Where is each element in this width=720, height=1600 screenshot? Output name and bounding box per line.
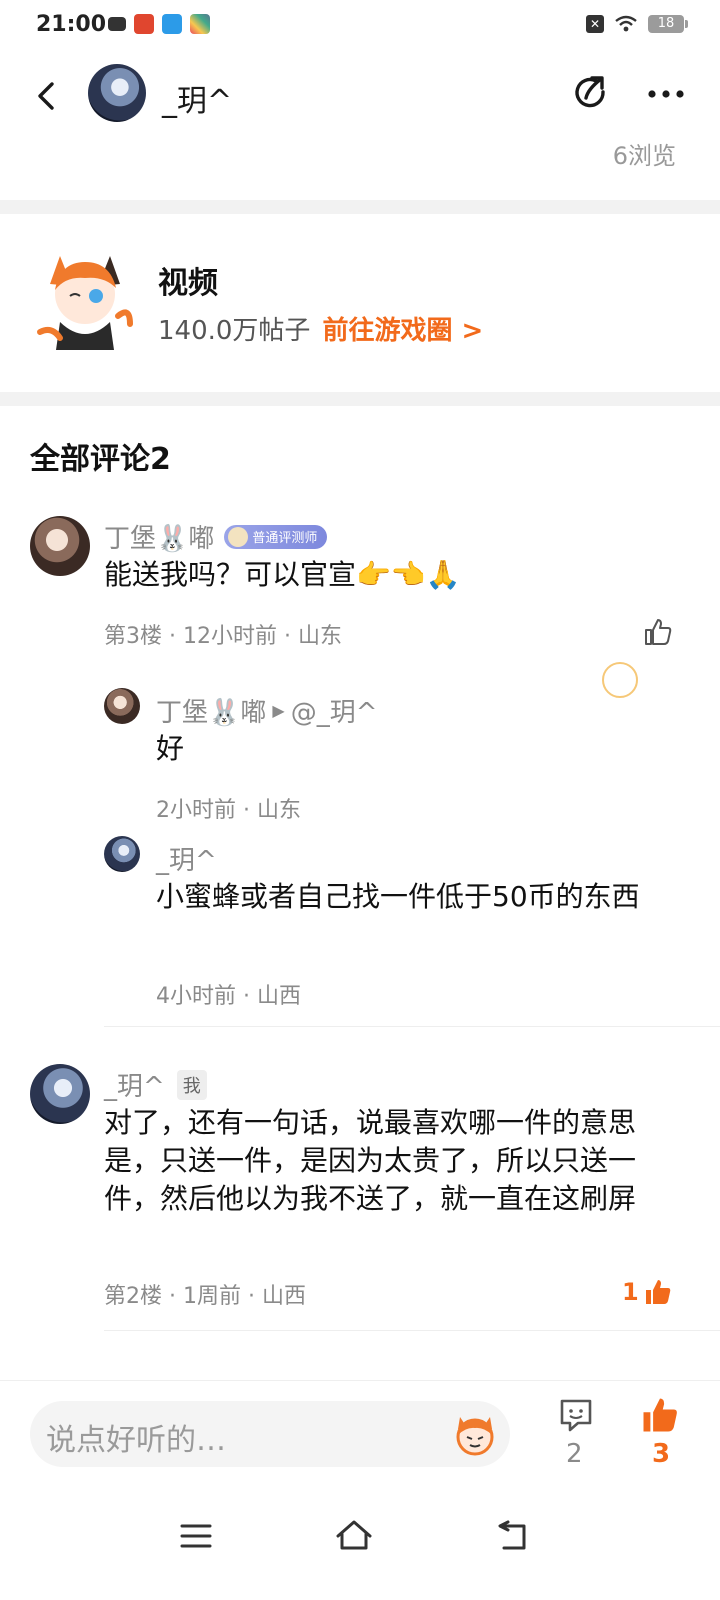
divider (0, 200, 720, 214)
reply-text: 小蜜蜂或者自己找一件低于50币的东西 (156, 880, 640, 913)
author-avatar[interactable] (88, 64, 146, 122)
back-arrow-icon[interactable] (28, 76, 68, 116)
divider (0, 392, 720, 406)
camera-icon (108, 17, 126, 31)
comment-count: 2 (566, 1439, 583, 1469)
badge-label: 普通评测师 (252, 531, 318, 546)
system-nav-bar (0, 1490, 720, 1600)
reply-arrow-icon: ▶ (272, 701, 285, 720)
like-count: 1 (622, 1278, 639, 1306)
reply-meta: 4小时前 · 山西 (156, 984, 301, 1009)
reply-avatar[interactable] (104, 836, 140, 872)
commenter-name[interactable]: 丁堡🐰嘟 普通评测师 (104, 518, 328, 555)
me-tag: 我 (176, 1069, 207, 1100)
circle-post-count: 140.0万帖子 (158, 316, 311, 346)
colorful-app-icon (190, 14, 210, 34)
liked-icon[interactable] (642, 1276, 674, 1308)
mascot-icon (37, 256, 133, 350)
home-icon[interactable] (332, 1514, 376, 1558)
commenter-name-text: _玥^ (104, 1072, 165, 1102)
comment-input-placeholder: 说点好听的… (46, 1423, 226, 1458)
no-sim-icon: ✕ (586, 15, 604, 33)
commenter-name-text: 丁堡🐰嘟 (104, 524, 215, 554)
reply-user[interactable]: _玥^ (156, 840, 217, 877)
status-right: ✕ 18 (586, 14, 688, 34)
comment-meta: 第3楼 · 12小时前 · 山东 (104, 624, 342, 649)
wifi-icon (615, 15, 637, 32)
circle-subtitle: 140.0万帖子 前往游戏圈 > (158, 310, 483, 347)
status-bar: 21:00 ✕ 18 (0, 0, 720, 52)
status-time: 21:00 (36, 12, 107, 37)
reviewer-badge: 普通评测师 (224, 524, 328, 549)
send-app-icon (162, 14, 182, 34)
reply-user-name: _玥^ (156, 846, 217, 876)
comments-title: 全部评论2 (30, 442, 171, 477)
goto-circle-link[interactable]: 前往游戏圈 > (322, 310, 483, 347)
post-like-count: 3 (652, 1439, 671, 1469)
back-nav-icon[interactable] (490, 1514, 534, 1558)
reply-text: 好 (156, 732, 185, 765)
share-icon[interactable] (570, 72, 614, 116)
reply-user[interactable]: 丁堡🐰嘟 ▶ @_玥^ (156, 692, 377, 729)
commenter-avatar[interactable] (30, 1064, 90, 1124)
reply-target[interactable]: @_玥^ (291, 692, 378, 729)
like-post-icon[interactable] (638, 1393, 682, 1437)
comment-input[interactable]: 说点好听的… (30, 1401, 510, 1467)
comment-icon[interactable] (556, 1395, 596, 1435)
game-app-icon (134, 14, 154, 34)
view-count: 6浏览 (612, 142, 676, 170)
comment-action-bar: 说点好听的… 2 3 (0, 1380, 720, 1490)
separator (104, 1026, 720, 1027)
more-options-icon[interactable] (644, 74, 688, 114)
battery-icon: 18 (648, 15, 688, 33)
reply-user-name: 丁堡🐰嘟 (156, 698, 267, 728)
like-icon[interactable] (642, 616, 674, 648)
mascot-emoji-icon[interactable] (450, 1409, 500, 1459)
touch-indicator (602, 662, 638, 698)
separator (104, 1330, 720, 1331)
comment-text: 能送我吗？可以官宣👉👈🙏 (104, 558, 461, 591)
game-circle-card[interactable]: 视频 140.0万帖子 前往游戏圈 > (0, 218, 720, 414)
commenter-name[interactable]: _玥^ 我 (104, 1066, 207, 1103)
post-header: _玥^ (0, 56, 720, 136)
comment-text: 对了，还有一句话，说最喜欢哪一件的意思是，只送一件，是因为太贵了，所以只送一件，… (104, 1106, 637, 1215)
commenter-avatar[interactable] (30, 516, 90, 576)
menu-icon[interactable] (174, 1514, 218, 1558)
badge-icon (228, 526, 249, 547)
reply-meta: 2小时前 · 山东 (156, 798, 301, 823)
notification-icons (108, 14, 210, 34)
author-name[interactable]: _玥^ (162, 76, 232, 120)
circle-title: 视频 (158, 266, 218, 301)
reply-avatar[interactable] (104, 688, 140, 724)
comment-meta: 第2楼 · 1周前 · 山西 (104, 1284, 306, 1309)
